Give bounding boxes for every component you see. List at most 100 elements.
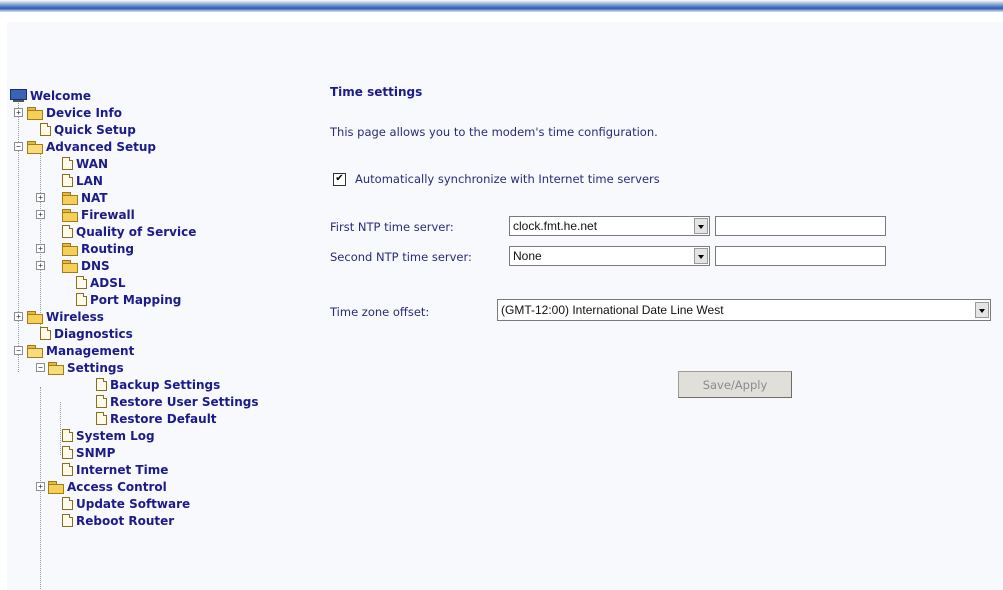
tree-item-label: Device Info <box>46 105 122 120</box>
tree-item-label: Restore Default <box>110 411 217 426</box>
expand-icon[interactable]: + <box>36 482 45 491</box>
page-icon <box>62 497 73 510</box>
tree-item-wan[interactable]: WAN <box>62 155 108 172</box>
folder-icon <box>62 242 78 256</box>
tree-item-lan[interactable]: LAN <box>62 172 103 189</box>
expand-icon[interactable]: + <box>14 312 23 321</box>
tree-item-adsl[interactable]: ADSL <box>76 274 126 291</box>
collapse-icon[interactable]: − <box>14 346 23 355</box>
tree-item-label: SNMP <box>76 445 116 460</box>
second-ntp-select[interactable]: None <box>509 246 710 266</box>
tree-connector <box>40 153 41 331</box>
tree-item-welcome[interactable]: Welcome <box>10 87 91 104</box>
tree-item-label: Restore User Settings <box>110 394 259 409</box>
top-banner-bar <box>0 0 1003 12</box>
tree-item-label: Reboot Router <box>76 513 175 528</box>
tree-item-snmp[interactable]: SNMP <box>62 444 115 461</box>
tree-item-label: DNS <box>81 258 110 273</box>
expand-icon[interactable]: + <box>36 244 45 253</box>
page-icon <box>96 412 107 425</box>
chevron-down-icon[interactable] <box>975 302 989 318</box>
open-folder-icon <box>48 361 64 375</box>
page-icon <box>96 395 107 408</box>
first-ntp-other-input[interactable] <box>715 216 886 236</box>
tree-item-label: Wireless <box>46 309 104 324</box>
tree-item-device-info[interactable]: Device Info <box>27 104 122 121</box>
page-icon <box>62 429 73 442</box>
expand-icon[interactable]: + <box>36 210 45 219</box>
navigation-tree: Welcome + Device Info Quick Setup − Adva… <box>10 87 310 589</box>
tree-item-label: WAN <box>76 156 109 171</box>
expand-icon[interactable]: + <box>36 261 45 270</box>
tree-item-diagnostics[interactable]: Diagnostics <box>40 325 133 342</box>
timezone-value: (GMT-12:00) International Date Line West <box>501 303 724 317</box>
collapse-icon[interactable]: − <box>14 142 23 151</box>
tree-item-backup-settings[interactable]: Backup Settings <box>96 376 220 393</box>
tree-item-label: Management <box>46 343 135 358</box>
second-ntp-label: Second NTP time server: <box>330 250 472 264</box>
tree-item-reboot-router[interactable]: Reboot Router <box>62 512 174 529</box>
auto-sync-label: Automatically synchronize with Internet … <box>355 172 660 186</box>
tree-item-label: Internet Time <box>76 462 169 477</box>
chevron-down-icon[interactable] <box>694 248 708 264</box>
tree-item-label: Diagnostics <box>54 326 133 341</box>
page-icon <box>76 276 87 289</box>
tree-item-label: Routing <box>81 241 135 256</box>
page-icon <box>62 463 73 476</box>
tree-item-routing[interactable]: Routing <box>62 240 134 257</box>
page-icon <box>96 378 107 391</box>
page-icon <box>62 446 73 459</box>
tree-item-label: Backup Settings <box>110 377 221 392</box>
tree-item-label: Quick Setup <box>54 122 136 137</box>
tree-item-system-log[interactable]: System Log <box>62 427 155 444</box>
tree-item-internet-time[interactable]: Internet Time <box>62 461 168 478</box>
first-ntp-value: clock.fmt.he.net <box>513 219 598 233</box>
tree-item-label: System Log <box>76 428 155 443</box>
timezone-select[interactable]: (GMT-12:00) International Date Line West <box>497 299 991 321</box>
tree-item-label: Firewall <box>81 207 135 222</box>
save-apply-button[interactable]: Save/Apply <box>678 371 792 398</box>
tree-item-port-mapping[interactable]: Port Mapping <box>76 291 181 308</box>
tree-item-restore-default[interactable]: Restore Default <box>96 410 217 427</box>
second-ntp-other-input[interactable] <box>715 246 886 266</box>
tree-item-label: Quality of Service <box>76 224 197 239</box>
tree-item-label: Advanced Setup <box>46 139 157 154</box>
tree-item-label: ADSL <box>90 275 126 290</box>
tree-item-wireless[interactable]: Wireless <box>27 308 104 325</box>
tree-item-quality-of-service[interactable]: Quality of Service <box>62 223 196 240</box>
chevron-down-icon[interactable] <box>694 218 708 234</box>
page-title: Time settings <box>330 85 423 99</box>
first-ntp-select[interactable]: clock.fmt.he.net <box>509 216 710 236</box>
expand-icon[interactable]: + <box>14 108 23 117</box>
open-folder-icon <box>27 140 43 154</box>
page-icon <box>76 293 87 306</box>
tree-connector <box>60 402 61 455</box>
timezone-label: Time zone offset: <box>330 305 430 319</box>
expand-icon[interactable]: + <box>36 193 45 202</box>
tree-item-dns[interactable]: DNS <box>62 257 110 274</box>
tree-item-nat[interactable]: NAT <box>62 189 108 206</box>
folder-icon <box>48 480 64 494</box>
tree-item-label: Welcome <box>30 88 92 103</box>
tree-item-label: Settings <box>67 360 124 375</box>
page-icon <box>62 174 73 187</box>
tree-item-update-software[interactable]: Update Software <box>62 495 190 512</box>
tree-item-advanced-setup[interactable]: Advanced Setup <box>27 138 156 155</box>
tree-item-management[interactable]: Management <box>27 342 134 359</box>
tree-item-quick-setup[interactable]: Quick Setup <box>40 121 136 138</box>
page-icon <box>40 123 51 136</box>
tree-item-firewall[interactable]: Firewall <box>62 206 135 223</box>
page-description: This page allows you to the modem's time… <box>330 125 658 139</box>
tree-item-label: Update Software <box>76 496 191 511</box>
tree-item-restore-user-settings[interactable]: Restore User Settings <box>96 393 259 410</box>
tree-item-label: NAT <box>81 190 108 205</box>
tree-item-label: LAN <box>76 173 103 188</box>
collapse-icon[interactable]: − <box>36 363 45 372</box>
folder-icon <box>27 106 43 120</box>
auto-sync-checkbox[interactable]: ✔ <box>333 172 346 186</box>
tree-item-settings[interactable]: Settings <box>48 359 124 376</box>
folder-icon <box>62 208 78 222</box>
page-icon <box>62 157 73 170</box>
tree-item-access-control[interactable]: Access Control <box>48 478 167 495</box>
page-icon <box>40 327 51 340</box>
